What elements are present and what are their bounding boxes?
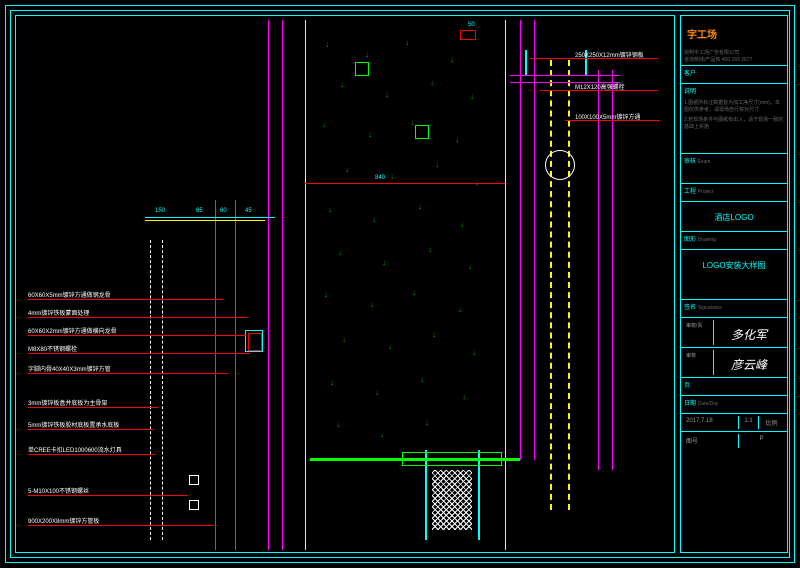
drawing-area: ↓↓↓↓ ↓↓↓↓ ↓↓↓↓ ↓↓↓↓ ↓↓↓↓ ↓↓↓↓ ↓↓↓↓ ↓↓↓↓ … — [20, 20, 670, 550]
member-line — [215, 200, 216, 550]
date-value: 2017.7.18 — [684, 416, 739, 429]
label-l8: 单CREE卡扣LED1000600流水灯具 — [28, 445, 122, 454]
centerline-2 — [568, 60, 570, 510]
drawing-label: 图形 — [684, 237, 696, 243]
drawing-en: Drawing — [698, 237, 716, 243]
review-en: Exam — [698, 159, 711, 165]
member-r2 — [534, 20, 535, 460]
dim-50: 50 — [468, 22, 475, 28]
label-l9: 5-M10X100不锈钢螺丝 — [28, 486, 89, 495]
dim-45: 45 — [245, 208, 252, 214]
no-label: 图号 — [684, 434, 739, 448]
label-l1: 60X60X5mm镀锌方通做钢龙骨 — [28, 290, 111, 299]
label-l7: 5mm镀锌铁板胶材底板置承水底板 — [28, 420, 119, 429]
scale-label: 比例 — [759, 416, 784, 429]
company-logo: 字工场 — [684, 18, 784, 49]
leader-l3 — [28, 335, 246, 336]
dim-840: 840 — [375, 175, 385, 181]
sig-label: 签名 — [684, 305, 696, 311]
label-l2: 4mm镀锌铁板蒙面处理 — [28, 308, 89, 317]
label-l4: M8X80不锈钢螺栓 — [28, 344, 77, 353]
leader-l10 — [28, 525, 213, 526]
dim-line-840 — [305, 183, 505, 184]
leader-r2 — [540, 90, 658, 91]
wall-line-r — [505, 20, 506, 550]
dim-65: 65 — [196, 208, 203, 214]
cell-b: 审核 — [684, 350, 714, 375]
review-label: 审核 — [684, 159, 696, 165]
h-yel — [145, 220, 265, 221]
cad-canvas: ↓↓↓↓ ↓↓↓↓ ↓↓↓↓ ↓↓↓↓ ↓↓↓↓ ↓↓↓↓ ↓↓↓↓ ↓↓↓↓ … — [0, 0, 800, 568]
circle-detail — [545, 150, 575, 180]
title-block: 字工场 昆明字工场广告有限公司 咨询热线/产品热 400 155 2877 客户… — [680, 15, 788, 553]
leader-l9 — [28, 495, 188, 496]
label-l5: 字脚内骨40X40X3mm镀锌方管 — [28, 364, 111, 373]
sig-en: Signatures — [698, 305, 722, 311]
leader-l7 — [28, 429, 153, 430]
date-en: Date/Day — [698, 401, 719, 407]
notes-1: 1.图纸所标注数据皆为加工净尺寸(mm)。本图仅供参考，请现场自行核对尺寸 — [684, 99, 784, 113]
label-l6: 3mm镀锌板盒并底板为主骨架 — [28, 398, 107, 407]
leader-l2 — [28, 317, 248, 318]
connection-detail — [245, 330, 263, 352]
label-l3: 60X60X2mm镀锌方通做横向龙骨 — [28, 326, 117, 335]
bolt-stem — [525, 50, 527, 75]
member-r1 — [520, 20, 521, 460]
project-en: Project — [698, 189, 714, 195]
signature-1: 多化军 — [714, 320, 784, 345]
member-line-3 — [268, 20, 269, 550]
leader-l5 — [28, 373, 228, 374]
member-line-4 — [282, 20, 283, 550]
company-phone: 咨询热线/产品热 400 155 2877 — [684, 56, 784, 63]
notes-label: 说明 — [684, 89, 696, 95]
bolt-2 — [189, 500, 199, 510]
client-label: 客户 — [684, 71, 696, 77]
dim-150: 150 — [155, 208, 165, 214]
leader-r3 — [565, 120, 660, 121]
logo-row: 字工场 昆明字工场广告有限公司 咨询热线/产品热 400 155 2877 — [681, 16, 787, 66]
centerline — [550, 60, 552, 510]
bolt-1 — [189, 475, 199, 485]
project-label: 工程 — [684, 189, 696, 195]
signature-2: 彦云峰 — [714, 350, 784, 375]
label-l10: 900X200X8mm镀锌方管板 — [28, 516, 99, 525]
leader-l1 — [28, 299, 223, 300]
drawing-name: LOGO安装大样图 — [684, 252, 784, 271]
date-label: 日期 — [684, 401, 696, 407]
wall-line — [305, 20, 306, 550]
page-label: 页 — [684, 383, 690, 389]
company-name: 昆明字工场广告有限公司 — [684, 49, 784, 56]
member-r3 — [598, 70, 599, 470]
leader-l4 — [28, 353, 250, 354]
scale-value: 1:1 — [739, 416, 759, 429]
no-value: P — [739, 434, 784, 448]
hatch-area: ↓↓↓↓ ↓↓↓↓ ↓↓↓↓ ↓↓↓↓ ↓↓↓↓ ↓↓↓↓ ↓↓↓↓ ↓↓↓↓ … — [310, 20, 500, 540]
cell-a: 审核/责 — [684, 320, 714, 345]
dim-60: 60 — [220, 208, 227, 214]
notes-2: 2.若现场条件与图纸有出入，请于现场一致的基础上实施 — [684, 116, 784, 130]
member-r4 — [612, 70, 613, 470]
dim-line-top — [145, 217, 275, 218]
leader-l6 — [28, 407, 158, 408]
leader-l8 — [28, 454, 156, 455]
project-name: 酒店LOGO — [684, 204, 784, 223]
top-plate — [510, 75, 620, 76]
leader-r1 — [530, 58, 658, 59]
member-line-2 — [235, 200, 236, 550]
